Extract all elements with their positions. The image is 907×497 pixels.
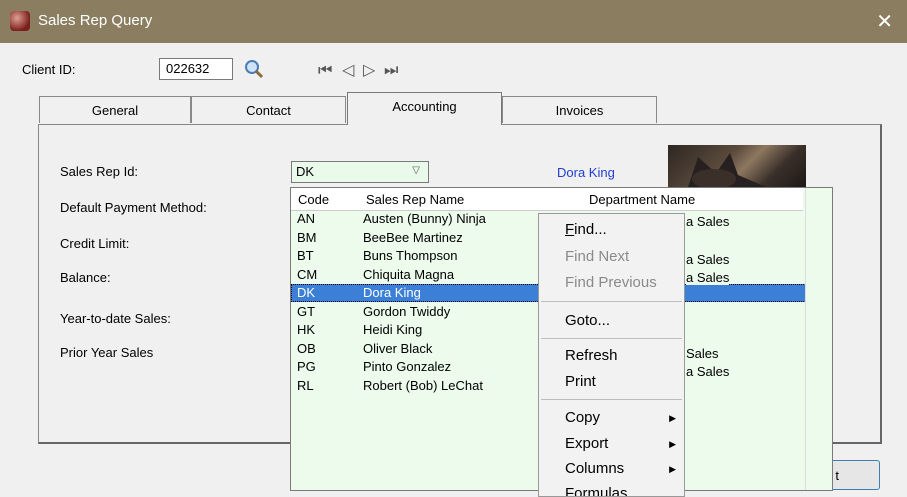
prev-record-icon[interactable]: ◁ [342,60,354,79]
client-id-label: Client ID: [22,62,76,77]
rep-code: RL [297,377,314,393]
rep-name: Austen (Bunny) Ninja [363,211,486,226]
sales-rep-combo[interactable]: DK ▽ [291,161,429,183]
rep-name: Robert (Bob) LeChat [363,377,483,393]
menu-separator [541,301,682,302]
dept-partial: Sales [686,346,719,361]
app-icon [10,11,30,31]
rep-code: BT [297,248,314,263]
rep-name: Chiquita Magna [363,266,455,282]
col-dept-header[interactable]: Department Name [589,192,695,207]
rep-name: Gordon Twiddy [363,303,451,319]
tab-contact[interactable]: Contact [191,96,346,123]
menu-refresh[interactable]: Refresh [565,347,618,364]
default-payment-label: Default Payment Method: [60,200,207,215]
menu-separator [541,338,682,339]
rep-name: Heidi King [363,322,423,337]
next-record-icon[interactable]: ▷ [363,60,375,79]
rep-code: AN [297,211,316,226]
dropdown-scrollbar[interactable] [805,188,832,490]
prior-year-sales-label: Prior Year Sales [60,345,154,360]
first-record-icon[interactable]: ⏮ [318,60,332,80]
client-id-input[interactable]: 022632 [159,58,233,80]
ok-button-label: t [835,468,839,483]
sales-rep-name: Dora King [557,165,615,180]
sales-rep-id-label: Sales Rep Id: [60,164,139,179]
rep-code: OB [297,340,316,356]
dept-partial: a Sales [686,364,730,379]
last-record-icon[interactable]: ⏭ [384,60,398,80]
col-name-header[interactable]: Sales Rep Name [366,192,464,207]
menu-separator [541,399,682,400]
title-bar: Sales Rep Query ✕ [0,0,907,43]
rep-code: CM [297,266,318,282]
dept-partial: a Sales [686,270,730,285]
dept-partial: a Sales [686,214,730,229]
tab-invoices[interactable]: Invoices [502,96,657,123]
dropdown-header: Code Sales Rep Name Department Name [291,188,803,211]
close-icon[interactable]: ✕ [876,9,893,34]
rep-code: PG [297,359,316,374]
col-code-header[interactable]: Code [298,192,329,207]
menu-copy[interactable]: Copy [565,409,600,426]
menu-find-previous[interactable]: Find Previous [565,274,657,291]
rep-code: DK [297,285,316,300]
menu-print[interactable]: Print [565,373,596,390]
submenu-arrow-icon: ▶ [669,439,676,449]
menu-find-next[interactable]: Find Next [565,248,629,265]
tab-general[interactable]: General [39,96,191,123]
rep-name: BeeBee Martinez [363,229,463,245]
rep-name: Oliver Black [363,340,433,356]
rep-name: Pinto Gonzalez [363,359,452,374]
rep-name: Dora King [363,285,421,300]
menu-formulas[interactable]: Formulas [565,485,628,496]
balance-label: Balance: [60,270,111,285]
tab-accounting[interactable]: Accounting [347,92,502,125]
submenu-arrow-icon: ▶ [669,464,676,474]
dept-partial: a Sales [686,252,730,267]
menu-goto[interactable]: Goto... [565,312,610,329]
search-icon[interactable] [243,58,265,80]
ytd-sales-label: Year-to-date Sales: [60,311,171,326]
context-menu: Find... Find Next Find Previous Goto... … [538,213,685,497]
menu-columns[interactable]: Columns [565,460,624,477]
rep-code: HK [297,322,316,337]
chevron-down-icon[interactable]: ▽ [412,165,420,176]
menu-find[interactable]: Find... [565,221,607,238]
rep-name: Buns Thompson [363,248,458,263]
sales-rep-code: DK [296,164,315,179]
rep-code: GT [297,303,316,319]
rep-photo [668,145,806,187]
submenu-arrow-icon: ▶ [669,413,676,423]
menu-export[interactable]: Export [565,435,608,452]
credit-limit-label: Credit Limit: [60,236,130,251]
rep-code: BM [297,229,317,245]
window-title: Sales Rep Query [38,12,153,29]
